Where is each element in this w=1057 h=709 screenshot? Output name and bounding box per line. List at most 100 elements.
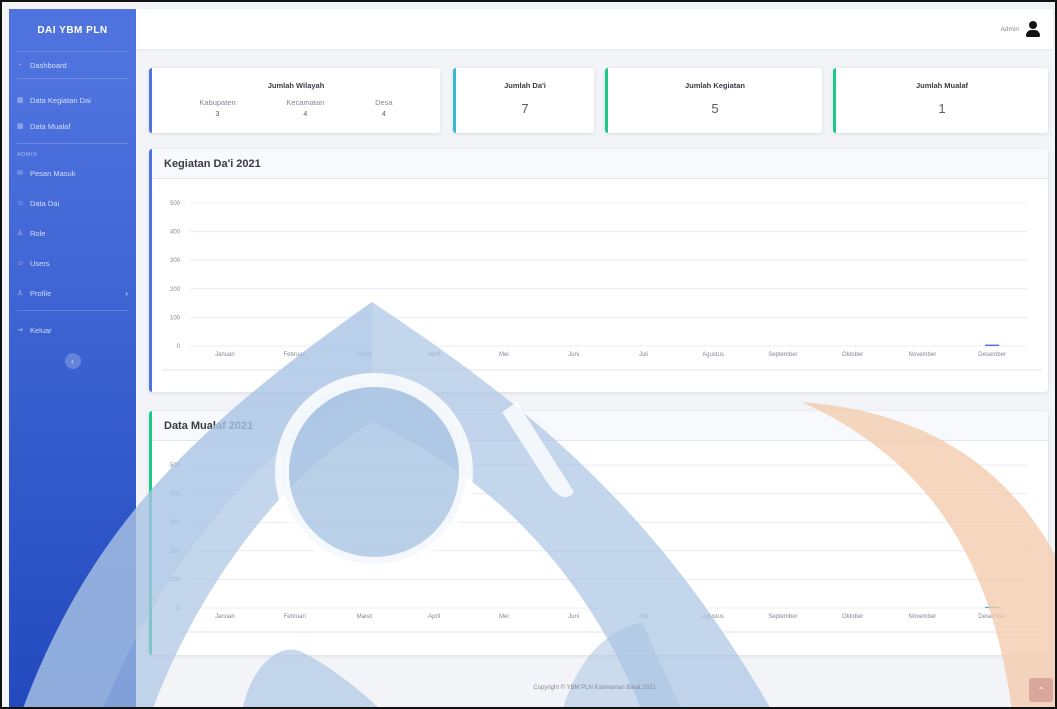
- sidebar-item-data-dai[interactable]: ☺ Data Dai: [9, 190, 136, 216]
- brand[interactable]: DAI YBM PLN: [9, 9, 136, 51]
- y-tick-label: 300: [170, 258, 181, 264]
- stat-desa: Desa 4: [375, 98, 393, 118]
- x-tick-label: November: [909, 614, 937, 620]
- stat-value: 5: [711, 101, 719, 116]
- stat-label: Kabupaten: [199, 98, 236, 107]
- sidebar-item-label: Users: [30, 258, 50, 268]
- card-jumlah-wilayah: Jumlah Wilayah Kabupaten 3 Kecamatan 4 D…: [149, 68, 440, 133]
- user-icon: ♙: [17, 290, 24, 297]
- y-tick-label: 300: [170, 520, 181, 526]
- users-icon: ☺: [17, 199, 25, 207]
- y-tick-label: 500: [170, 463, 181, 469]
- sidebar-item-label: Keluar: [30, 325, 52, 335]
- sidebar-toggle-button[interactable]: ‹: [64, 353, 81, 369]
- scroll-to-top-button[interactable]: ⌃: [1029, 678, 1053, 702]
- x-tick-label: Maret: [357, 352, 373, 358]
- sidebar-item-pesan-masuk[interactable]: ✉ Pesan Masuk: [9, 160, 136, 186]
- x-tick-label: Maret: [357, 614, 373, 620]
- x-tick-label: Oktober: [842, 614, 863, 620]
- card-title: Jumlah Kegiatan: [684, 81, 745, 90]
- topbar: Admin: [136, 9, 1053, 49]
- x-tick-label: Juni: [568, 352, 579, 358]
- chart-title: Kegiatan Da'i 2021: [152, 149, 1048, 179]
- sidebar-item-label: Data Dai: [30, 198, 60, 208]
- sidebar-item-label: Data Kegiatan Dai: [30, 95, 91, 105]
- sidebar-item-data-kegiatan-dai[interactable]: ▦ Data Kegiatan Dai: [9, 87, 136, 113]
- x-tick-label: Februari: [283, 352, 305, 358]
- stat-value: 3: [215, 111, 220, 118]
- stat-value: 4: [381, 111, 386, 118]
- stat-value: 7: [521, 101, 529, 116]
- x-tick-label: November: [909, 352, 937, 358]
- x-tick-label: September: [768, 352, 797, 358]
- x-tick-label: Februari: [283, 614, 305, 620]
- y-tick-label: 0: [177, 344, 181, 350]
- sidebar-item-label: Role: [30, 228, 46, 238]
- user-name[interactable]: Admin: [1001, 26, 1019, 33]
- y-tick-label: 200: [170, 287, 181, 293]
- sidebar-item-label: Profile: [30, 288, 52, 298]
- footer-copyright: Copyright © YBM PLN Kalimantan Barat 202…: [533, 685, 656, 691]
- table-icon: ▦: [17, 97, 24, 104]
- sidebar-item-role[interactable]: ♙ Role: [9, 220, 136, 246]
- x-tick-label: Desember: [978, 352, 1006, 358]
- card-jumlah-kegiatan: Jumlah Kegiatan 5: [605, 68, 822, 133]
- bar: [985, 606, 1000, 608]
- x-tick-label: April: [428, 614, 440, 620]
- user-avatar-icon[interactable]: [1025, 21, 1041, 37]
- sidebar-item-profile[interactable]: ♙ Profile ›: [9, 280, 136, 306]
- x-tick-label: Desember: [978, 614, 1006, 620]
- x-tick-label: Agustus: [702, 614, 724, 620]
- card-kegiatan-chart: Kegiatan Da'i 2021 0 100 200 300 400 500 Janua…: [149, 149, 1048, 392]
- y-tick-label: 100: [170, 577, 181, 583]
- divider: [17, 310, 128, 311]
- card-jumlah-dai: Jumlah Da'i 7: [453, 68, 594, 133]
- sidebar-item-data-mualaf[interactable]: ▦ Data Mualaf: [9, 113, 136, 139]
- y-tick-label: 500: [170, 201, 181, 207]
- sidebar-item-label: Pesan Masuk: [30, 168, 76, 178]
- sidebar-item-keluar[interactable]: ⇥ Keluar: [9, 317, 136, 343]
- dashboard-icon: ◔: [17, 61, 22, 69]
- mualaf-bar-chart: 0 100 200 300 400 500 Januari Februari Maret Apri…: [162, 463, 1042, 633]
- card-title: Jumlah Mualaf: [915, 81, 969, 90]
- y-tick-label: 100: [170, 315, 181, 321]
- stat-kabupaten: Kabupaten 3: [199, 98, 235, 118]
- chevron-right-icon: ›: [125, 288, 128, 298]
- envelope-icon: ✉: [17, 170, 23, 177]
- sidebar-item-label: Data Mualaf: [30, 121, 71, 131]
- stat-value: 1: [938, 101, 946, 116]
- y-tick-label: 400: [170, 492, 181, 498]
- logout-icon: ⇥: [17, 327, 23, 334]
- bar: [985, 344, 1000, 346]
- y-tick-label: 0: [177, 606, 181, 612]
- chevron-up-icon: ⌃: [1037, 685, 1045, 695]
- card-jumlah-mualaf: Jumlah Mualaf 1: [833, 68, 1048, 133]
- kegiatan-bar-chart: 0 100 200 300 400 500 Januari Februari Maret Apri…: [162, 201, 1042, 371]
- app-frame: DAI YBM PLN ◔ Dashboard ▦ Data Kegiatan …: [0, 0, 1057, 709]
- stat-label: Kecamatan: [286, 98, 325, 107]
- chart-title: Data Mualaf 2021: [152, 411, 1048, 441]
- chevron-left-icon: ‹: [71, 356, 74, 366]
- card-title: Jumlah Wilayah: [267, 81, 325, 90]
- x-tick-label: Juli: [639, 614, 648, 620]
- sidebar-item-users[interactable]: ☺ Users: [9, 250, 136, 276]
- table-icon: ▦: [17, 123, 24, 130]
- x-tick-label: Mei: [499, 614, 509, 620]
- x-tick-label: Juli: [639, 352, 648, 358]
- stat-kecamatan: Kecamatan 4: [286, 98, 324, 118]
- x-tick-label: Agustus: [702, 352, 724, 358]
- x-tick-label: September: [768, 614, 797, 620]
- card-mualaf-chart: Data Mualaf 2021 0 100 200 300 400 500 Januari…: [149, 411, 1048, 655]
- x-tick-label: Januari: [215, 614, 235, 620]
- stat-value: 4: [303, 111, 308, 118]
- x-tick-label: Juni: [568, 614, 579, 620]
- user-icon: ♙: [17, 230, 24, 237]
- sidebar-item-label: Dashboard: [30, 60, 67, 70]
- card-title: Jumlah Da'i: [504, 81, 546, 90]
- y-tick-label: 200: [170, 549, 181, 555]
- sidebar-item-dashboard[interactable]: ◔ Dashboard: [9, 52, 136, 78]
- x-tick-label: April: [428, 352, 440, 358]
- x-tick-label: Oktober: [842, 352, 863, 358]
- y-tick-label: 400: [170, 230, 181, 236]
- x-tick-label: Mei: [499, 352, 509, 358]
